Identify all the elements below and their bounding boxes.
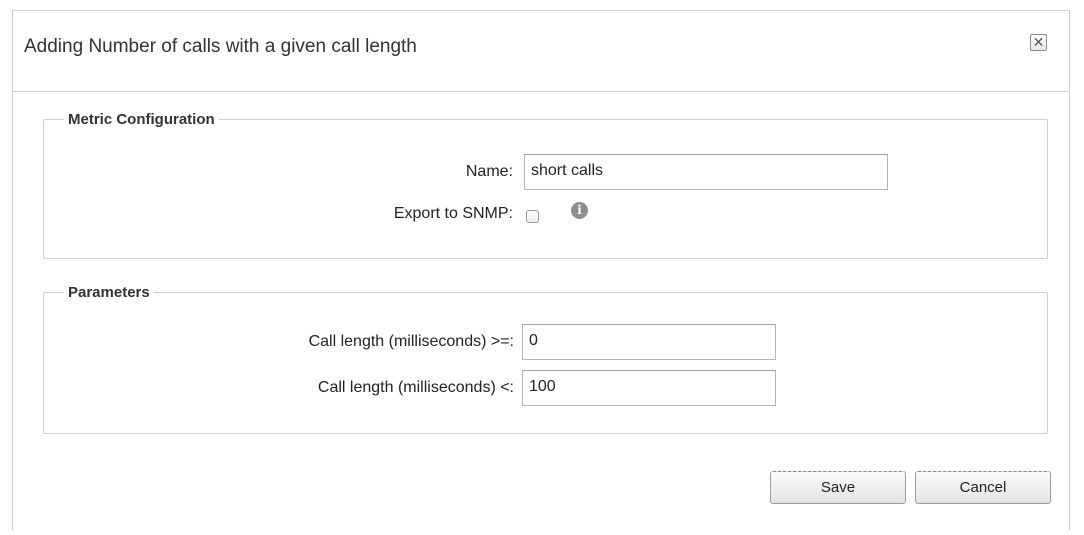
parameters-legend: Parameters [68, 284, 150, 301]
dialog [12, 10, 1070, 530]
call-length-min-label: Call length (milliseconds) >=: [308, 333, 514, 350]
call-length-max-input[interactable]: 100 [522, 370, 776, 406]
export-snmp-checkbox[interactable] [526, 210, 539, 223]
dialog-title: Adding Number of calls with a given call… [24, 36, 417, 57]
save-button[interactable]: Save [770, 471, 906, 504]
info-icon: i [571, 202, 588, 219]
name-label: Name: [465, 163, 513, 180]
close-icon[interactable]: ✕ [1030, 34, 1047, 51]
export-snmp-label: Export to SNMP: [393, 205, 513, 222]
cancel-button[interactable]: Cancel [915, 471, 1051, 504]
call-length-min-input[interactable]: 0 [522, 324, 776, 360]
call-length-max-label: Call length (milliseconds) <: [317, 379, 514, 396]
metric-configuration-legend: Metric Configuration [68, 111, 215, 128]
name-input[interactable]: short calls [524, 154, 888, 190]
title-divider [12, 91, 1070, 92]
